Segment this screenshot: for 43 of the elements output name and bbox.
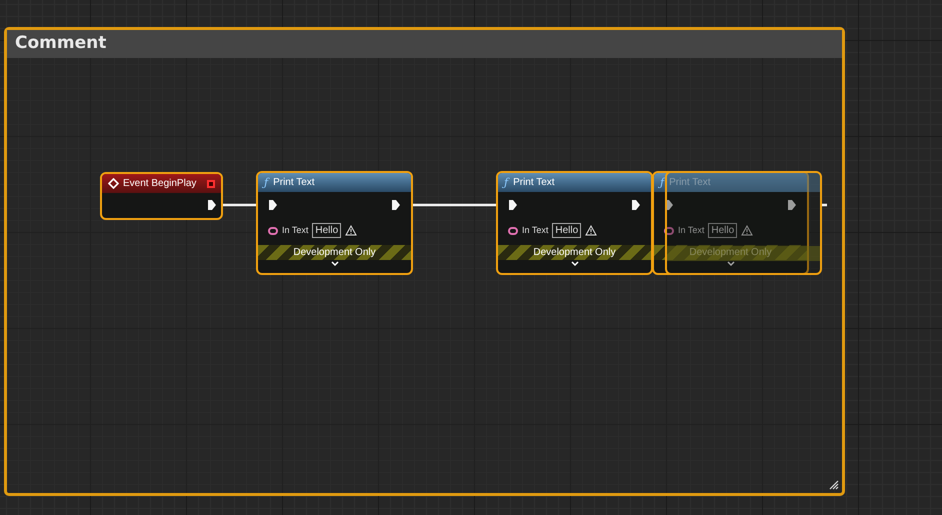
graph-node[interactable]: ƒ Print Text In Text Hello Development Only <box>256 171 413 275</box>
warning-icon <box>741 225 754 236</box>
pin-label: In Text <box>282 224 308 237</box>
comment-title[interactable]: Comment <box>15 31 106 57</box>
exec-pin-icon[interactable] <box>207 199 217 211</box>
exec-pin-icon[interactable] <box>268 199 278 211</box>
text-pin-icon[interactable] <box>664 226 674 234</box>
graph-node[interactable]: Event BeginPlay <box>100 172 223 220</box>
text-input-field[interactable]: Hello <box>708 223 738 238</box>
graph-node[interactable]: ƒ Print Text In Text Hello Development Only <box>496 171 653 275</box>
exec-wire[interactable] <box>223 204 256 206</box>
pin-label: In Text <box>678 224 704 237</box>
text-pin-icon[interactable] <box>268 226 278 234</box>
banner-label: Development Only <box>533 246 616 260</box>
delegate-pin-icon[interactable] <box>207 180 215 188</box>
exec-pin-icon[interactable] <box>391 199 401 211</box>
banner-label: Development Only <box>293 246 376 260</box>
function-icon: ƒ <box>504 177 508 188</box>
exec-pin-icon[interactable] <box>508 199 518 211</box>
resize-grip-icon[interactable] <box>829 480 839 490</box>
text-input-field[interactable]: Hello <box>552 223 582 238</box>
expand-chevron-icon[interactable] <box>330 260 340 267</box>
banner-label: Development Only <box>689 246 772 260</box>
expand-chevron-icon[interactable] <box>570 260 580 267</box>
function-icon: ƒ <box>264 177 268 188</box>
text-pin-icon[interactable] <box>508 226 518 234</box>
node-title: Print Text <box>669 178 711 188</box>
exec-pin-icon[interactable] <box>631 199 641 211</box>
function-icon: ƒ <box>660 177 664 188</box>
node-title: Print Text <box>273 178 315 188</box>
text-input-field[interactable]: Hello <box>312 223 342 238</box>
exec-pin-icon[interactable] <box>664 199 674 211</box>
exec-wire[interactable] <box>821 204 827 206</box>
exec-pin-icon[interactable] <box>787 199 797 211</box>
exec-wire[interactable] <box>413 204 496 206</box>
graph-node[interactable]: ƒ Print Text In Text Hello Development Only <box>652 171 809 275</box>
event-diamond-icon <box>108 178 119 189</box>
warning-icon <box>345 225 358 236</box>
node-title: Event BeginPlay <box>123 178 196 188</box>
expand-chevron-icon[interactable] <box>726 260 736 267</box>
warning-icon <box>585 225 598 236</box>
node-title: Print Text <box>513 178 555 188</box>
pin-label: In Text <box>522 224 548 237</box>
